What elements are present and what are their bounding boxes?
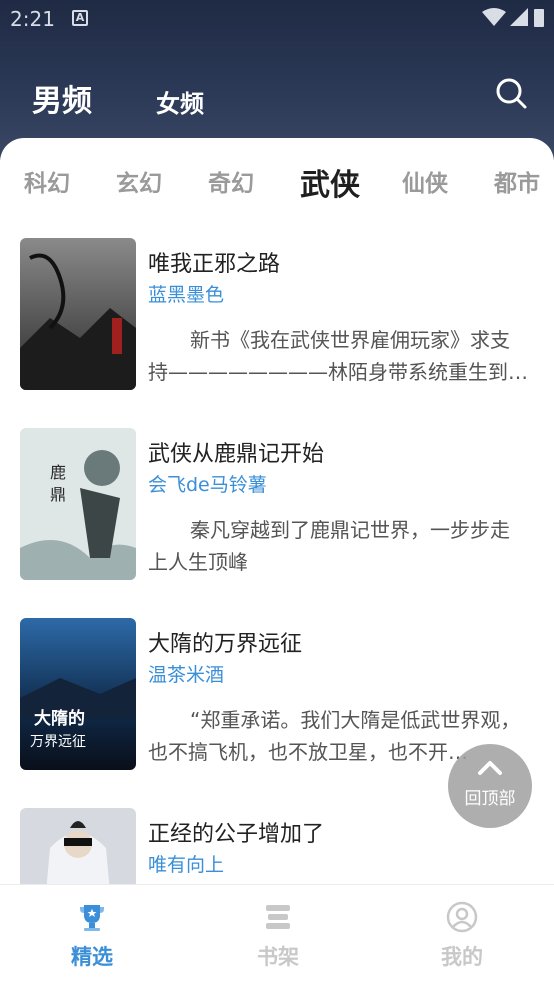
search-icon — [496, 78, 527, 109]
chevron-up-icon — [478, 761, 502, 775]
svg-text:万界远征: 万界远征 — [30, 734, 86, 750]
book-cover[interactable]: 大隋的 万界远征 — [20, 618, 136, 770]
search-button[interactable] — [494, 76, 528, 110]
book-author[interactable]: 会飞de马铃薯 — [148, 470, 267, 497]
profile-icon — [446, 901, 478, 933]
nav-label-bookshelf: 书架 — [257, 944, 299, 969]
svg-text:大隋的: 大隋的 — [34, 708, 85, 729]
list-item[interactable]: 鹿 鼎 武侠从鹿鼎记开始 会飞de马铃薯 秦凡穿越到了鹿鼎记世界，一步步走上人生… — [0, 428, 554, 580]
tab-male-channel[interactable]: 男频 — [32, 76, 92, 120]
status-time: 2:21 — [10, 7, 55, 31]
back-to-top-button[interactable]: 回顶部 — [448, 744, 532, 828]
tab-female-channel[interactable]: 女频 — [156, 84, 204, 119]
book-description: 秦凡穿越到了鹿鼎记世界，一步步走上人生顶峰 — [148, 518, 510, 574]
nav-item-profile[interactable]: 我的 — [392, 885, 532, 984]
notification-app-icon: A — [72, 10, 88, 26]
book-title[interactable]: 武侠从鹿鼎记开始 — [148, 436, 324, 468]
book-author[interactable]: 温茶米酒 — [148, 660, 224, 687]
signal-icon — [510, 8, 528, 26]
book-title[interactable]: 大隋的万界远征 — [148, 626, 302, 658]
nav-item-bookshelf[interactable]: 书架 — [208, 885, 348, 984]
svg-text:鹿: 鹿 — [50, 463, 66, 482]
list-item[interactable]: 唯我正邪之路 蓝黑墨色 新书《我在武侠世界雇佣玩家》求支持————————林陌身… — [0, 238, 554, 390]
back-to-top-label: 回顶部 — [464, 789, 516, 809]
bottom-nav: 精选 书架 我的 — [0, 884, 554, 984]
book-title[interactable]: 正经的公子增加了 — [148, 816, 324, 848]
category-tabs: 科幻 玄幻 奇幻 武侠 仙侠 都市 — [0, 138, 554, 218]
battery-icon — [534, 9, 544, 27]
tab-urban[interactable]: 都市 — [494, 164, 540, 198]
svg-text:鼎: 鼎 — [50, 485, 66, 504]
nav-label-featured: 精选 — [71, 944, 113, 969]
book-author[interactable]: 蓝黑墨色 — [148, 280, 224, 307]
bookshelf-icon — [266, 905, 290, 929]
nav-label-profile: 我的 — [441, 944, 483, 969]
book-cover[interactable]: 鹿 鼎 — [20, 428, 136, 580]
book-title[interactable]: 唯我正邪之路 — [148, 246, 280, 278]
wifi-icon — [482, 8, 506, 26]
content-panel: 科幻 玄幻 奇幻 武侠 仙侠 都市 唯我正邪之路 蓝黑墨色 新书《我在武侠世界雇… — [0, 138, 554, 984]
tab-fantasy[interactable]: 奇幻 — [208, 164, 254, 198]
book-author[interactable]: 唯有向上 — [148, 850, 224, 877]
header: 2:21 A 男频 女频 — [0, 0, 554, 160]
book-description: 新书《我在武侠世界雇佣玩家》求支持————————林陌身带系统重生到… — [148, 328, 528, 384]
trophy-icon — [80, 905, 104, 931]
tab-xuanhuan[interactable]: 玄幻 — [116, 164, 162, 198]
nav-item-featured[interactable]: 精选 — [22, 885, 162, 984]
tab-scifi[interactable]: 科幻 — [24, 164, 70, 198]
tab-wuxia[interactable]: 武侠 — [300, 160, 360, 204]
book-cover[interactable] — [20, 238, 136, 390]
status-bar: 2:21 A — [0, 0, 554, 38]
status-icons — [480, 6, 546, 30]
tab-xianxia[interactable]: 仙侠 — [402, 164, 448, 198]
